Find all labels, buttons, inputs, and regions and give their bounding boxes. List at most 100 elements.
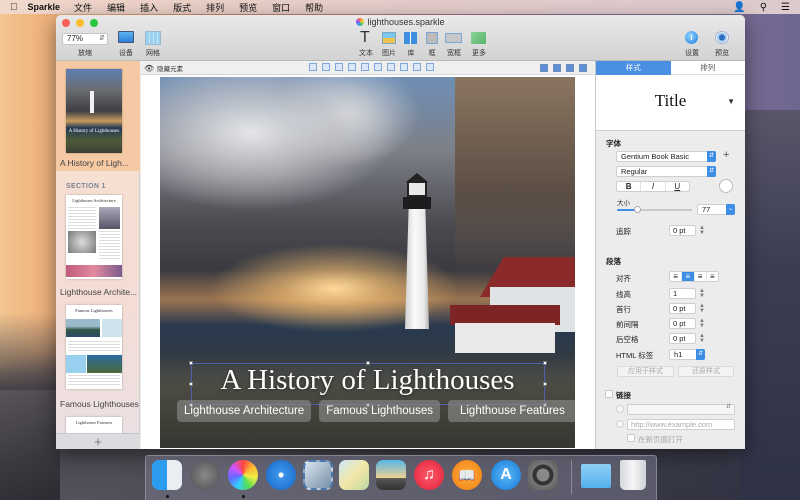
library-button[interactable] <box>404 32 417 44</box>
align-right-icon[interactable] <box>335 63 343 71</box>
link-page-radio[interactable] <box>616 405 624 413</box>
menu-preview[interactable]: 预览 <box>239 1 257 14</box>
underline-button[interactable]: U <box>666 182 689 191</box>
dock-trash-icon[interactable] <box>620 460 646 490</box>
more-button[interactable] <box>471 32 486 44</box>
link-checkbox[interactable] <box>605 390 613 398</box>
dock-system-preferences-icon[interactable] <box>528 460 558 490</box>
first-line-stepper[interactable]: ▲ ▼ <box>699 303 705 314</box>
user-icon[interactable]: 👤 <box>733 2 745 13</box>
settings-info-icon[interactable]: i <box>685 31 698 44</box>
link-url-radio[interactable] <box>616 420 624 428</box>
menu-file[interactable]: 文件 <box>74 1 92 14</box>
open-new-page-checkbox[interactable] <box>627 434 635 442</box>
align-left-icon[interactable] <box>309 63 317 71</box>
style-selector[interactable]: Title ▼ <box>596 75 745 131</box>
align-text-center-icon[interactable]: ≡ <box>682 272 695 281</box>
dock-safari-icon[interactable] <box>266 460 296 490</box>
font-weight-select[interactable]: Regular ⇵ <box>616 166 716 177</box>
tab-style[interactable]: 样式 <box>596 61 671 75</box>
match-width-icon[interactable] <box>413 63 421 71</box>
font-family-select[interactable]: Gentium Book Basic ⇵ <box>616 151 716 162</box>
link-page-select[interactable]: ⇵ <box>627 404 735 415</box>
link-url-input[interactable]: http://www.example.com <box>627 419 735 430</box>
first-line-field[interactable]: 0 pt <box>669 303 696 314</box>
hide-elements-toggle[interactable]: 👁 隐藏元素 <box>144 63 183 74</box>
dock-sparkle-icon[interactable] <box>228 460 258 490</box>
menu-help[interactable]: 帮助 <box>305 1 323 14</box>
notification-center-icon[interactable]: ☰ <box>781 2 790 13</box>
space-before-field[interactable]: 0 pt <box>669 318 696 329</box>
box-button[interactable] <box>426 32 438 44</box>
send-backward-icon[interactable] <box>566 64 574 72</box>
dock-finder-icon[interactable] <box>152 460 182 490</box>
dock-itunes-icon[interactable]: ♫ <box>414 460 444 490</box>
align-text-justify-icon[interactable]: ≡ <box>707 272 718 281</box>
dock-launchpad-icon[interactable] <box>190 460 220 490</box>
align-top-icon[interactable] <box>348 63 356 71</box>
send-to-back-icon[interactable] <box>540 64 548 72</box>
bring-forward-icon[interactable] <box>579 64 587 72</box>
font-size-field[interactable]: 77 ⌄ <box>697 204 735 215</box>
dock-downloads-folder-icon[interactable] <box>581 464 611 488</box>
tracking-stepper[interactable]: ▲ ▼ <box>699 225 705 236</box>
align-center-icon[interactable] <box>322 63 330 71</box>
device-button[interactable] <box>118 31 134 43</box>
align-middle-icon[interactable] <box>361 63 369 71</box>
nav-button-features[interactable]: Lighthouse Features <box>447 400 575 422</box>
nav-button-famous[interactable]: Famous Lighthouses <box>319 400 440 422</box>
font-size-slider-knob[interactable] <box>634 206 642 213</box>
add-font-button[interactable]: + <box>723 149 729 161</box>
align-text-right-icon[interactable]: ≡ <box>695 272 707 281</box>
distribute-vertical-icon[interactable] <box>400 63 408 71</box>
style-dropdown-arrow-icon[interactable]: ▼ <box>727 97 735 106</box>
dock-iphoto-icon[interactable] <box>376 460 406 490</box>
page-label-famous[interactable]: Famous Lighthouses <box>60 399 139 409</box>
page-thumbnail-architecture[interactable]: Lighthouse Architecture <box>66 195 122 279</box>
page-label-home[interactable]: A History of Ligh... <box>60 158 129 168</box>
space-after-field[interactable]: 0 pt <box>669 333 696 344</box>
line-height-field[interactable]: 1 <box>669 288 696 299</box>
wide-box-button[interactable] <box>445 33 462 43</box>
dock-app-store-icon[interactable]: A <box>491 460 521 490</box>
menu-insert[interactable]: 插入 <box>140 1 158 14</box>
menu-format[interactable]: 版式 <box>173 1 191 14</box>
bring-to-front-icon[interactable] <box>553 64 561 72</box>
menu-arrange[interactable]: 排列 <box>206 1 224 14</box>
dock-maps-icon[interactable] <box>339 460 369 490</box>
font-color-well[interactable] <box>719 179 733 193</box>
text-button[interactable]: T <box>360 29 370 47</box>
revert-style-button[interactable]: 还原样式 <box>678 366 734 377</box>
bold-button[interactable]: B <box>617 182 642 191</box>
html-tag-select[interactable]: h1 ⇵ <box>669 349 705 360</box>
apply-to-style-button[interactable]: 应用于样式 <box>617 366 674 377</box>
italic-button[interactable]: I <box>641 182 666 191</box>
app-menu[interactable]: Sparkle <box>28 2 61 12</box>
space-after-stepper[interactable]: ▲ ▼ <box>699 333 705 344</box>
page-label-architecture[interactable]: Lighthouse Archite... <box>60 287 137 297</box>
hero-image[interactable]: A History of Lighthouses Lighthouse Arch… <box>160 77 575 448</box>
menu-edit[interactable]: 编辑 <box>107 1 125 14</box>
page-thumbnail-home[interactable]: A History of Lighthouses <box>66 69 122 153</box>
apple-menu-icon[interactable]:  <box>10 2 18 13</box>
dock-mail-icon[interactable] <box>303 460 333 490</box>
hero-title[interactable]: A History of Lighthouses <box>160 364 575 397</box>
align-text-left-icon[interactable]: ≡ <box>670 272 683 281</box>
tracking-field[interactable]: 0 pt <box>669 225 696 236</box>
nav-button-architecture[interactable]: Lighthouse Architecture <box>177 400 312 422</box>
preview-eye-icon[interactable] <box>715 31 729 44</box>
add-page-button[interactable]: + <box>56 433 140 449</box>
line-height-stepper[interactable]: ▲ ▼ <box>699 288 705 299</box>
match-height-icon[interactable] <box>426 63 434 71</box>
dock-ibooks-icon[interactable]: 📖 <box>452 460 482 490</box>
page-thumbnail-famous[interactable]: Famous Lighthouses <box>66 305 122 389</box>
grid-button[interactable] <box>145 31 161 45</box>
menu-window[interactable]: 窗口 <box>272 1 290 14</box>
image-button[interactable] <box>382 32 396 44</box>
align-bottom-icon[interactable] <box>374 63 382 71</box>
zoom-select[interactable]: 77% ⇵ <box>62 33 108 45</box>
spotlight-search-icon[interactable]: ⚲ <box>760 2 767 13</box>
space-before-stepper[interactable]: ▲ ▼ <box>699 318 705 329</box>
distribute-horizontal-icon[interactable] <box>387 63 395 71</box>
tab-arrange[interactable]: 排列 <box>670 61 745 75</box>
